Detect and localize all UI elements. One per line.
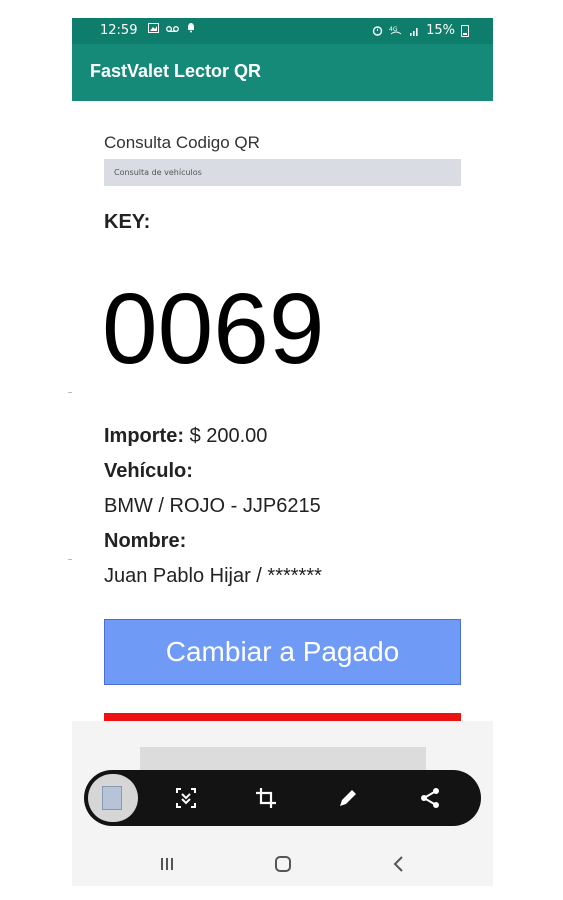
amount-label: Importe: xyxy=(104,425,184,447)
amount-row: Importe: $ 200.00 xyxy=(104,419,322,454)
thumbnail-preview xyxy=(102,786,122,810)
status-right-icons: 4G 15% xyxy=(372,23,469,38)
section-title: Consulta Codigo QR xyxy=(104,133,260,152)
change-to-paid-button[interactable]: Cambiar a Pagado xyxy=(104,619,461,685)
back-icon[interactable] xyxy=(384,849,414,879)
crop-icon[interactable] xyxy=(252,784,280,812)
navigation-bar xyxy=(72,841,493,886)
phone-screen: 12:59 4G 15% FastValet Lector QR Consult… xyxy=(72,18,493,886)
notification-icon xyxy=(187,23,194,33)
status-left-icons xyxy=(148,22,196,36)
key-label: KEY: xyxy=(104,211,151,233)
app-title: FastValet Lector QR xyxy=(90,61,262,81)
battery-icon xyxy=(461,24,469,37)
vehicle-info: Importe: $ 200.00 Vehículo: BMW / ROJO -… xyxy=(104,419,322,594)
screenshot-toolbar xyxy=(84,770,481,826)
wifi-4g-icon: 4G xyxy=(389,26,402,35)
section-subtitle-bar: Consulta de vehículos xyxy=(104,159,461,186)
signal-icon xyxy=(410,28,418,36)
name-value: Juan Pablo Hijar / ******* xyxy=(104,565,322,587)
main-content: Consulta Codigo QR Consulta de vehículos… xyxy=(72,101,493,723)
share-icon[interactable] xyxy=(416,784,444,812)
bottom-area: ESCANEAR QR xyxy=(72,721,493,886)
home-icon[interactable] xyxy=(268,849,298,879)
status-time: 12:59 xyxy=(100,23,138,38)
image-icon xyxy=(148,23,159,33)
vehicle-value: BMW / ROJO - JJP6215 xyxy=(104,495,321,517)
vehicle-label: Vehículo: xyxy=(104,460,193,482)
amount-value: $ 200.00 xyxy=(189,425,268,447)
draw-icon[interactable] xyxy=(334,784,362,812)
battery-percent: 15% xyxy=(426,23,455,38)
alarm-icon xyxy=(372,26,383,36)
name-label: Nombre: xyxy=(104,530,187,552)
scroll-capture-icon[interactable] xyxy=(172,784,200,812)
voicemail-icon xyxy=(165,26,179,32)
key-value: 0069 xyxy=(102,273,325,385)
recent-apps-icon[interactable] xyxy=(152,849,182,879)
screenshot-thumbnail[interactable] xyxy=(88,774,138,822)
app-bar: FastValet Lector QR xyxy=(72,44,493,101)
status-bar: 12:59 4G 15% xyxy=(72,18,493,44)
